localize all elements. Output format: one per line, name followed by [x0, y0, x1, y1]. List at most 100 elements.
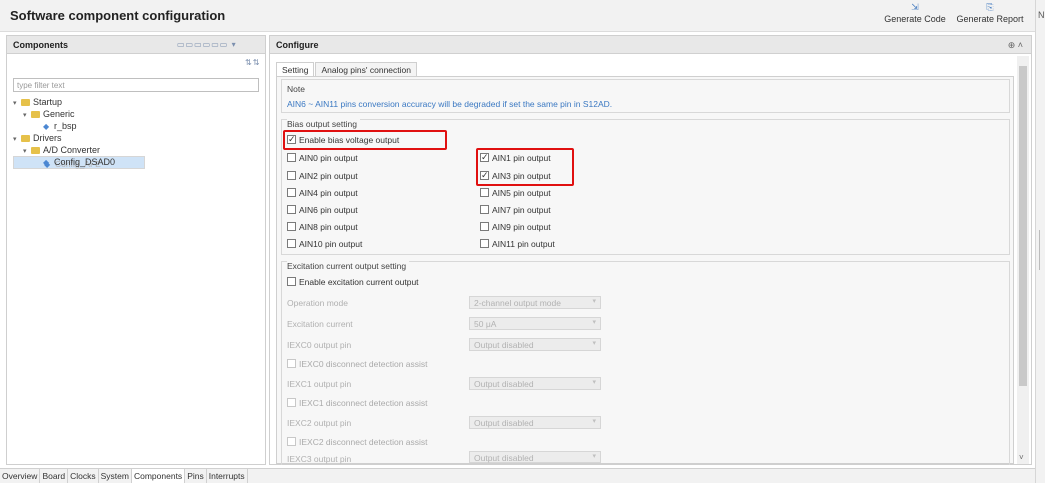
editor-header: Software component configuration ⇲ Gener…: [0, 0, 1035, 32]
checkbox-icon[interactable]: [287, 239, 296, 248]
checkbox-icon[interactable]: [287, 188, 296, 197]
generate-code-icon: ⇲: [911, 2, 919, 12]
operation-mode-select[interactable]: 2-channel output mode ▾: [469, 296, 601, 309]
highlight-enable-bias: [283, 130, 447, 150]
ain9-checkbox[interactable]: AIN9 pin output: [480, 221, 551, 233]
tab-clocks[interactable]: Clocks: [68, 469, 99, 483]
iexc1-output-select[interactable]: Output disabled ▾: [469, 377, 601, 390]
editor-bottom-tabs: Overview Board Clocks System Components …: [0, 468, 1035, 483]
ain10-checkbox[interactable]: AIN10 pin output: [287, 238, 362, 250]
bias-output-label: Bias output setting: [287, 119, 360, 129]
folder-icon: [21, 135, 30, 142]
tab-components[interactable]: Components: [131, 469, 186, 483]
components-panel-header: Components ▭▭▭▭▭▭ ▾: [7, 36, 265, 54]
generate-code-button[interactable]: ⇲ Generate Code: [880, 2, 950, 25]
generate-report-button[interactable]: ⎘ Generate Report: [955, 2, 1025, 25]
iexc1-assist-checkbox[interactable]: IEXC1 disconnect detection assist: [287, 397, 428, 409]
tab-board[interactable]: Board: [40, 469, 69, 483]
ain7-checkbox[interactable]: AIN7 pin output: [480, 204, 551, 216]
checkbox-icon[interactable]: [287, 398, 296, 407]
tab-interrupts[interactable]: Interrupts: [207, 469, 248, 483]
note-group: Note AIN6 ~ AIN11 pins conversion accura…: [281, 79, 1010, 113]
side-strip-label[interactable]: N: [1038, 10, 1045, 20]
excitation-current-label: Excitation current: [287, 319, 353, 329]
checkbox-icon[interactable]: [287, 437, 296, 446]
ain6-checkbox[interactable]: AIN6 pin output: [287, 204, 358, 216]
ain4-checkbox[interactable]: AIN4 pin output: [287, 187, 358, 199]
iexc2-output-select[interactable]: Output disabled ▾: [469, 416, 601, 429]
tab-analog-pins-connection[interactable]: Analog pins' connection: [315, 62, 417, 76]
chevron-down-icon: ▾: [592, 379, 596, 386]
ain2-checkbox[interactable]: AIN2 pin output: [287, 170, 358, 182]
tab-system[interactable]: System: [99, 469, 132, 483]
excitation-current-select[interactable]: 50 μA ▾: [469, 317, 601, 330]
scrollbar-thumb[interactable]: [1019, 66, 1027, 386]
iexc1-output-label: IEXC1 output pin: [287, 379, 352, 389]
configure-panel-header: Configure ⊕ ˄: [270, 36, 1031, 54]
checkbox-icon[interactable]: [287, 205, 296, 214]
checkbox-icon[interactable]: [287, 222, 296, 231]
setting-content: Note AIN6 ~ AIN11 pins conversion accura…: [276, 76, 1014, 465]
vertical-scrollbar[interactable]: ˅: [1017, 56, 1029, 464]
configure-title: Configure: [276, 40, 319, 50]
tab-pins[interactable]: Pins: [185, 469, 207, 483]
checkbox-icon[interactable]: [287, 153, 296, 162]
checkbox-icon[interactable]: [287, 359, 296, 368]
components-panel: Components ▭▭▭▭▭▭ ▾ ⇅⇅ type filter text …: [6, 35, 266, 465]
folder-icon: [31, 147, 40, 154]
chevron-down-icon: ▾: [592, 298, 596, 305]
generate-code-label: Generate Code: [884, 14, 946, 24]
generate-report-label: Generate Report: [956, 14, 1024, 24]
checkbox-icon[interactable]: [287, 277, 296, 286]
tree-item-startup[interactable]: ▾ Startup: [13, 96, 261, 108]
iexc3-output-select[interactable]: Output disabled ▾: [469, 451, 601, 463]
ain8-checkbox[interactable]: AIN8 pin output: [287, 221, 358, 233]
filter-input[interactable]: type filter text: [13, 78, 259, 92]
tab-overview[interactable]: Overview: [0, 469, 41, 483]
tree-item-ad-converter[interactable]: ▾ A/D Converter: [13, 144, 261, 156]
checkbox-icon[interactable]: [480, 188, 489, 197]
tree-item-config-dsad0[interactable]: ◆ Config_DSAD0: [13, 156, 261, 168]
iexc0-output-select[interactable]: Output disabled ▾: [469, 338, 601, 351]
chevron-down-icon[interactable]: ˅: [1019, 453, 1024, 462]
tree-item-drivers[interactable]: ▾ Drivers: [13, 132, 261, 144]
chevron-down-icon: ▾: [592, 453, 596, 460]
tab-setting[interactable]: Setting: [276, 62, 315, 76]
iexc0-output-label: IEXC0 output pin: [287, 340, 352, 350]
component-icon: ◆: [43, 158, 50, 167]
note-text: AIN6 ~ AIN11 pins conversion accuracy wi…: [287, 99, 613, 109]
page-title: Software component configuration: [10, 8, 226, 23]
iexc2-assist-checkbox[interactable]: IEXC2 disconnect detection assist: [287, 436, 428, 448]
checkbox-icon[interactable]: [480, 239, 489, 248]
configure-panel: Configure ⊕ ˄ ˅ Setting Analog pins' con…: [269, 35, 1032, 465]
tree-item-r-bsp[interactable]: ◆ r_bsp: [13, 120, 261, 132]
components-toolbar-icons[interactable]: ▭▭▭▭▭▭ ▾: [177, 40, 237, 49]
tree-item-generic[interactable]: ▾ Generic: [13, 108, 261, 120]
checkbox-icon[interactable]: [287, 171, 296, 180]
highlight-ain1-ain3: [476, 148, 574, 186]
iexc2-output-label: IEXC2 output pin: [287, 418, 352, 428]
component-icon: ◆: [43, 122, 50, 131]
panel-menu-icons[interactable]: ⊕ ˄: [1008, 40, 1023, 51]
generate-report-icon: ⎘: [986, 2, 994, 12]
ain11-checkbox[interactable]: AIN11 pin output: [480, 238, 555, 250]
components-title: Components: [13, 40, 68, 50]
iexc3-output-label: IEXC3 output pin: [287, 454, 352, 464]
chevron-down-icon: ▾: [592, 319, 596, 326]
side-strip: N: [1035, 0, 1045, 483]
ain0-checkbox[interactable]: AIN0 pin output: [287, 152, 358, 164]
folder-icon: [21, 99, 30, 106]
folder-icon: [31, 111, 40, 118]
collapse-expand-icons[interactable]: ⇅⇅: [245, 58, 260, 67]
ain5-checkbox[interactable]: AIN5 pin output: [480, 187, 551, 199]
chevron-down-icon: ▾: [592, 340, 596, 347]
checkbox-icon[interactable]: [480, 205, 489, 214]
note-label: Note: [287, 84, 305, 94]
enable-excitation-checkbox[interactable]: Enable excitation current output: [287, 276, 419, 288]
side-strip-divider: [1039, 230, 1040, 270]
operation-mode-label: Operation mode: [287, 298, 348, 308]
iexc0-assist-checkbox[interactable]: IEXC0 disconnect detection assist: [287, 358, 428, 370]
chevron-down-icon: ▾: [592, 418, 596, 425]
checkbox-icon[interactable]: [480, 222, 489, 231]
configure-tabs: Setting Analog pins' connection: [276, 62, 418, 76]
